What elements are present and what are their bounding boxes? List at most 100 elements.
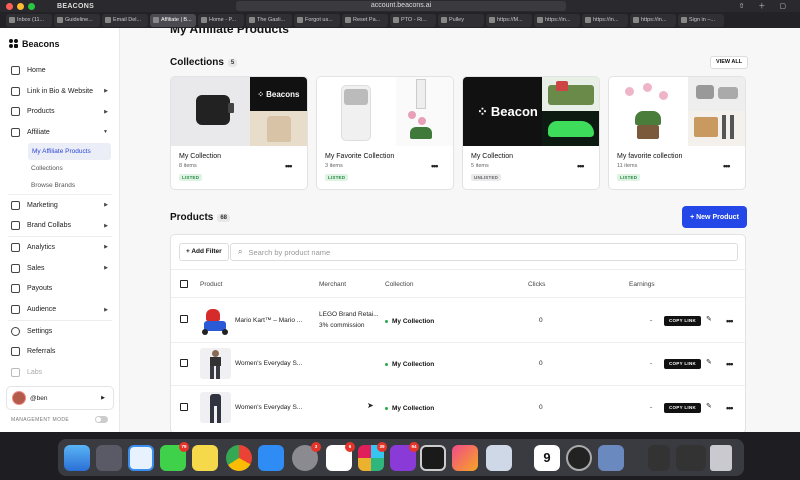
browser-tab[interactable]: Forgot us... xyxy=(294,13,340,27)
sidebar-subitem-browse-brands[interactable]: Browse Brands xyxy=(0,177,120,194)
arc-browser-icon[interactable] xyxy=(452,445,478,471)
column-header-clicks[interactable]: Clicks xyxy=(528,281,545,288)
1password-icon[interactable] xyxy=(420,445,446,471)
notes-icon[interactable] xyxy=(192,445,218,471)
activity-monitor-icon[interactable] xyxy=(566,445,592,471)
sidebar-item-brand-collabs[interactable]: Brand Collabs ▶ xyxy=(0,215,120,236)
browser-tab[interactable]: Email Del... xyxy=(102,13,148,27)
product-name[interactable]: Mario Kart™ – Mario ... xyxy=(235,316,302,326)
sidebar-item-products[interactable]: Products ▶ xyxy=(0,101,120,122)
sidebar-item-affiliate[interactable]: Affiliate ▼ xyxy=(0,122,120,143)
more-options-icon[interactable]: ••• xyxy=(726,317,734,326)
browser-tab[interactable]: The Gasli... xyxy=(246,13,292,27)
user-account-menu[interactable]: @ben ▶ xyxy=(6,386,114,410)
product-thumbnail xyxy=(200,392,231,423)
minimized-window-icon[interactable] xyxy=(676,445,706,471)
browser-tab[interactable]: https://in... xyxy=(630,13,676,27)
column-header-earnings[interactable]: Earnings xyxy=(629,281,655,288)
product-name[interactable]: Women's Everyday S... xyxy=(235,359,302,369)
status-dot-icon xyxy=(385,320,388,323)
copy-link-button[interactable]: COPY LINK xyxy=(664,403,701,413)
row-checkbox[interactable] xyxy=(180,403,188,411)
calendar-icon[interactable]: 9 xyxy=(534,445,560,471)
preview-icon[interactable] xyxy=(598,445,624,471)
browser-tab[interactable]: Reset Pa... xyxy=(342,13,388,27)
sidebar-item-payouts[interactable]: Payouts xyxy=(0,279,120,300)
more-options-icon[interactable]: ••• xyxy=(726,404,734,413)
browser-tab[interactable]: Affiliate | B... xyxy=(150,13,196,27)
address-bar[interactable]: account.beacons.ai xyxy=(236,1,566,11)
sidebar-item-labs[interactable]: Labs xyxy=(0,362,120,383)
minimized-window-icon[interactable] xyxy=(648,445,670,471)
finder-icon[interactable] xyxy=(64,445,90,471)
app-store-icon[interactable] xyxy=(258,445,284,471)
launchpad-icon[interactable] xyxy=(96,445,122,471)
copy-link-button[interactable]: COPY LINK xyxy=(664,359,701,369)
row-checkbox[interactable] xyxy=(180,359,188,367)
slack-icon[interactable]: 39 xyxy=(358,442,387,471)
browser-tab[interactable]: https://M... xyxy=(486,13,532,27)
browser-tab[interactable]: PTO - Ri... xyxy=(390,13,436,27)
row-checkbox[interactable] xyxy=(180,315,188,323)
edit-pencil-icon[interactable]: ✎ xyxy=(706,358,712,366)
favicon-icon xyxy=(393,17,399,23)
minimize-window-button[interactable] xyxy=(17,2,24,10)
sidebar-subitem-my-affiliate-products[interactable]: My Affiliate Products xyxy=(28,142,111,160)
more-options-icon[interactable]: ••• xyxy=(726,360,734,369)
collection-cell[interactable]: My Collection xyxy=(385,405,434,412)
brand-logo[interactable]: Beacons xyxy=(9,39,60,49)
more-options-icon[interactable]: ••• xyxy=(723,162,731,171)
browser-tab[interactable]: https://in... xyxy=(582,13,628,27)
collection-card[interactable]: ⁘ Beacon My Collection 5 items UNLISTED … xyxy=(462,76,600,190)
browser-tab[interactable]: https://in... xyxy=(534,13,580,27)
select-all-checkbox[interactable] xyxy=(180,280,188,288)
view-all-button[interactable]: VIEW ALL xyxy=(710,56,749,69)
column-header-collection[interactable]: Collection xyxy=(385,281,414,288)
add-filter-button[interactable]: + Add Filter xyxy=(179,243,229,261)
collection-card[interactable]: My Favorite Collection 3 items LISTED ••… xyxy=(316,76,454,190)
trash-icon[interactable] xyxy=(710,445,732,471)
system-settings-icon[interactable]: 3 xyxy=(292,442,321,471)
favicon-icon xyxy=(201,17,207,23)
sidebar-item-sales[interactable]: Sales ▶ xyxy=(0,258,120,279)
collection-cell[interactable]: My Collection xyxy=(385,361,434,368)
close-window-button[interactable] xyxy=(6,2,13,10)
chrome-icon[interactable] xyxy=(226,445,252,471)
browser-tab[interactable]: Sign in –... xyxy=(678,13,724,27)
collection-card[interactable]: ⁘ Beacons My Collection 8 items LISTED ••… xyxy=(170,76,308,190)
sidebar-item-audience[interactable]: Audience ▶ xyxy=(0,299,120,320)
product-name[interactable]: Women's Everyday S... xyxy=(235,403,302,413)
column-header-product[interactable]: Product xyxy=(200,281,222,288)
new-product-button[interactable]: + New Product xyxy=(682,206,747,228)
browser-tab[interactable]: Home - P... xyxy=(198,13,244,27)
sidebar-item-analytics[interactable]: Analytics ▶ xyxy=(0,237,120,258)
copy-link-button[interactable]: COPY LINK xyxy=(664,316,701,326)
column-header-merchant[interactable]: Merchant xyxy=(319,281,346,288)
edit-pencil-icon[interactable]: ✎ xyxy=(706,402,712,410)
edit-pencil-icon[interactable]: ✎ xyxy=(706,315,712,323)
simulator-icon[interactable] xyxy=(486,445,512,471)
management-mode-toggle[interactable] xyxy=(95,416,108,423)
browser-tab[interactable]: Inbox (11... xyxy=(6,13,52,27)
caret-right-icon: ▶ xyxy=(101,395,105,401)
more-options-icon[interactable]: ••• xyxy=(285,162,293,171)
sidebar-subitem-collections[interactable]: Collections xyxy=(0,160,120,177)
sidebar-item-settings[interactable]: Settings xyxy=(0,321,120,342)
browser-actions[interactable]: ⇧ ＋ ▢ xyxy=(739,1,792,11)
sidebar-item-referrals[interactable]: Referrals xyxy=(0,342,120,363)
sidebar-item-marketing[interactable]: Marketing ▶ xyxy=(0,195,120,216)
browser-tab[interactable]: Pulley xyxy=(438,13,484,27)
notion-icon[interactable]: 6 xyxy=(326,442,355,471)
sidebar-item-link-in-bio[interactable]: Link in Bio & Website ▶ xyxy=(0,81,120,102)
more-options-icon[interactable]: ••• xyxy=(577,162,585,171)
collection-cell[interactable]: My Collection xyxy=(385,318,434,325)
messages-icon[interactable]: 79 xyxy=(160,442,189,471)
sidebar-item-home[interactable]: Home xyxy=(0,60,120,81)
browser-tab[interactable]: Guideline... xyxy=(54,13,100,27)
safari-icon[interactable] xyxy=(128,445,154,471)
collection-card[interactable]: My favorite collection 11 items LISTED •… xyxy=(608,76,746,190)
product-search-input[interactable]: ⌕ Search by product name xyxy=(230,243,738,261)
more-options-icon[interactable]: ••• xyxy=(431,162,439,171)
app-icon[interactable]: 94 xyxy=(390,442,419,471)
maximize-window-button[interactable] xyxy=(28,2,35,10)
